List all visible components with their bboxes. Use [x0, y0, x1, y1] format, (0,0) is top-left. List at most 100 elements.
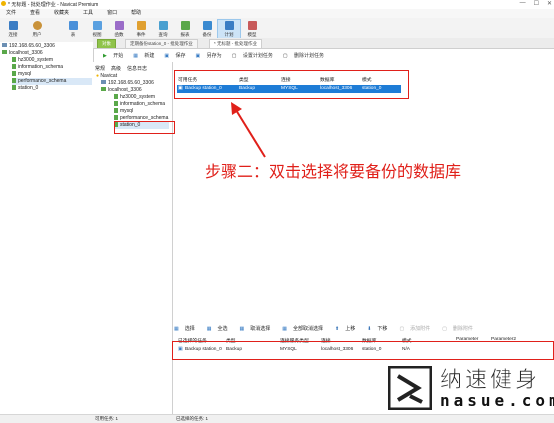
watermark-title: 纳速健身	[440, 368, 541, 394]
document-tab-bar: 对象 定期备份station_0 - 批处理作业 * 无标题 - 批处理作业	[93, 38, 554, 49]
mid-tree-connection-1[interactable]: 192.168.65.60_3306	[101, 80, 154, 87]
deselect-all-button[interactable]: ▦ 全部取消选择	[282, 325, 329, 332]
highlight-box-selected	[172, 341, 554, 360]
function-icon	[114, 21, 124, 30]
status-selected-count: 已选择的任务: 1	[176, 416, 209, 421]
toolbar-function-button[interactable]: 函数	[108, 20, 130, 38]
mid-tree-db-mysql[interactable]: mysql	[114, 108, 133, 115]
connection-open-icon	[2, 50, 7, 54]
toolbar-user-button[interactable]: 用户	[26, 20, 48, 38]
menu-window[interactable]: 窗口	[107, 9, 117, 18]
deselect-button[interactable]: ▦ 取消选择	[240, 325, 277, 332]
mid-tree-db-information-schema[interactable]: information_schema	[114, 101, 165, 108]
toolbar-event-button[interactable]: 事件	[130, 20, 152, 38]
database-icon	[12, 71, 16, 76]
connection-icon	[101, 80, 106, 84]
table-icon	[68, 21, 78, 30]
subtab-info-log[interactable]: 信息日志	[127, 65, 147, 72]
watermark-logo-icon	[388, 366, 432, 410]
mid-tree-db-hz3000[interactable]: hz3000_system	[114, 94, 155, 101]
attachment-add-icon: ▢	[399, 326, 405, 332]
subtab-general[interactable]: 常规	[95, 65, 105, 72]
connection-icon	[2, 43, 7, 47]
delete-schedule-button[interactable]: ▢ 删除计划任务	[278, 52, 324, 59]
database-icon	[114, 115, 118, 120]
tree-item-db-performance-schema[interactable]: performance_schema	[12, 78, 92, 85]
attachment-delete-icon: ▢	[442, 326, 447, 332]
toolbar-connection-button[interactable]: 连接	[2, 20, 24, 38]
database-icon	[114, 108, 118, 113]
highlight-box-available	[174, 70, 409, 99]
toolbar-backup-button[interactable]: 备份	[196, 20, 218, 38]
mid-tree-connection-2[interactable]: localhost_3306	[101, 87, 142, 94]
select-button[interactable]: ▦ 选择	[174, 325, 201, 332]
close-button[interactable]: ✕	[547, 0, 552, 7]
play-icon: ▶	[103, 52, 107, 59]
move-up-button[interactable]: ⬆ 上移	[335, 325, 361, 332]
tree-item-db-mysql[interactable]: mysql	[12, 71, 31, 78]
start-button[interactable]: ▶ 开始	[98, 52, 123, 59]
tree-item-connection-2[interactable]: localhost_3306	[2, 50, 43, 57]
tab-scheduled-backup[interactable]: 定期备份station_0 - 批处理作业	[125, 39, 198, 48]
window-title: * 无标题 - 批处理作业 - Navicat Premium	[8, 2, 99, 8]
tree-item-db-hz3000[interactable]: hz3000_system	[12, 57, 53, 64]
set-schedule-button[interactable]: ▢ 设置计划任务	[227, 52, 273, 59]
save-button[interactable]: ▣ 保存	[159, 52, 185, 59]
user-icon	[32, 21, 42, 30]
tab-objects[interactable]: 对象	[97, 39, 116, 48]
menu-bar: 文件 查看 收藏夹 工具 窗口 帮助	[0, 9, 554, 18]
arrow-up-icon: ⬆	[335, 326, 340, 332]
job-source-pane: 常规 高级 信息日志 ● Navicat 192.168.65.60_3306 …	[93, 62, 173, 414]
toolbar-query-button[interactable]: 查询	[152, 20, 174, 38]
menu-help[interactable]: 帮助	[131, 9, 141, 18]
toolbar-view-button[interactable]: 视图	[86, 20, 108, 38]
tree-item-db-information-schema[interactable]: information_schema	[12, 64, 63, 71]
status-available-count: 可用任务: 1	[95, 416, 119, 421]
database-icon	[114, 101, 118, 106]
tree-item-db-station-0[interactable]: station_0	[12, 85, 38, 92]
view-icon	[92, 21, 102, 30]
plug-icon	[8, 21, 18, 30]
step-annotation: 步骤二：双击选择将要备份的数据库	[205, 162, 462, 181]
select-all-button[interactable]: ▦ 全选	[207, 325, 234, 332]
toolbar-report-button[interactable]: 报表	[174, 20, 196, 38]
minimize-button[interactable]: —	[520, 0, 526, 7]
watermark-url: nasue.com	[440, 391, 554, 410]
toolbar-model-button[interactable]: 模型	[241, 20, 263, 38]
mid-tree-root[interactable]: ● Navicat	[96, 73, 117, 80]
menu-view[interactable]: 查看	[30, 9, 40, 18]
deselect-all-icon: ▦	[282, 326, 287, 332]
job-toolbar: ▶ 开始 ▦ 新建 ▣ 保存 ▣ 另存为 ▢ 设置计划任务 ▢ 删除计划任务	[93, 50, 554, 60]
tab-untitled-batch-job[interactable]: * 无标题 - 批处理作业	[209, 39, 262, 48]
model-icon	[247, 21, 257, 30]
menu-favorites[interactable]: 收藏夹	[54, 9, 69, 18]
schedule-icon	[224, 21, 234, 30]
new-icon: ▦	[133, 52, 138, 59]
calendar-icon: ▢	[231, 52, 237, 59]
subtab-advanced[interactable]: 高级	[111, 65, 121, 72]
delete-attachment-button[interactable]: ▢ 删除附件	[442, 325, 479, 332]
query-icon	[158, 21, 168, 30]
menu-file[interactable]: 文件	[6, 9, 16, 18]
database-icon	[12, 78, 16, 83]
database-icon	[114, 94, 118, 99]
watermark: 纳速健身 nasue.com	[388, 362, 554, 414]
move-down-button[interactable]: ⬇ 下移	[367, 325, 393, 332]
save-as-icon: ▣	[195, 52, 201, 59]
report-icon	[180, 21, 190, 30]
tree-item-connection-1[interactable]: 192.168.65.60_3306	[2, 43, 55, 50]
maximize-button[interactable]: ☐	[534, 0, 539, 7]
toolbar-table-button[interactable]: 表	[62, 20, 84, 38]
select-icon: ▦	[174, 326, 179, 332]
job-subtabs: 常规 高级 信息日志	[95, 65, 147, 72]
menu-tools[interactable]: 工具	[83, 9, 93, 18]
add-attachment-button[interactable]: ▢ 添加附件	[399, 325, 436, 332]
new-button[interactable]: ▦ 新建	[128, 52, 154, 59]
database-icon	[12, 85, 16, 90]
connection-open-icon	[101, 87, 106, 91]
selected-tasks-toolbar: ▦ 选择 ▦ 全选 ▦ 取消选择 ▦ 全部取消选择 ⬆ 上移 ⬇ 下移 ▢ 添加附件 ▢ 删除附…	[174, 324, 554, 333]
select-all-icon: ▦	[206, 326, 212, 332]
save-icon: ▣	[164, 52, 170, 59]
save-as-button[interactable]: ▣ 另存为	[191, 52, 222, 59]
calendar-delete-icon: ▢	[282, 52, 288, 59]
